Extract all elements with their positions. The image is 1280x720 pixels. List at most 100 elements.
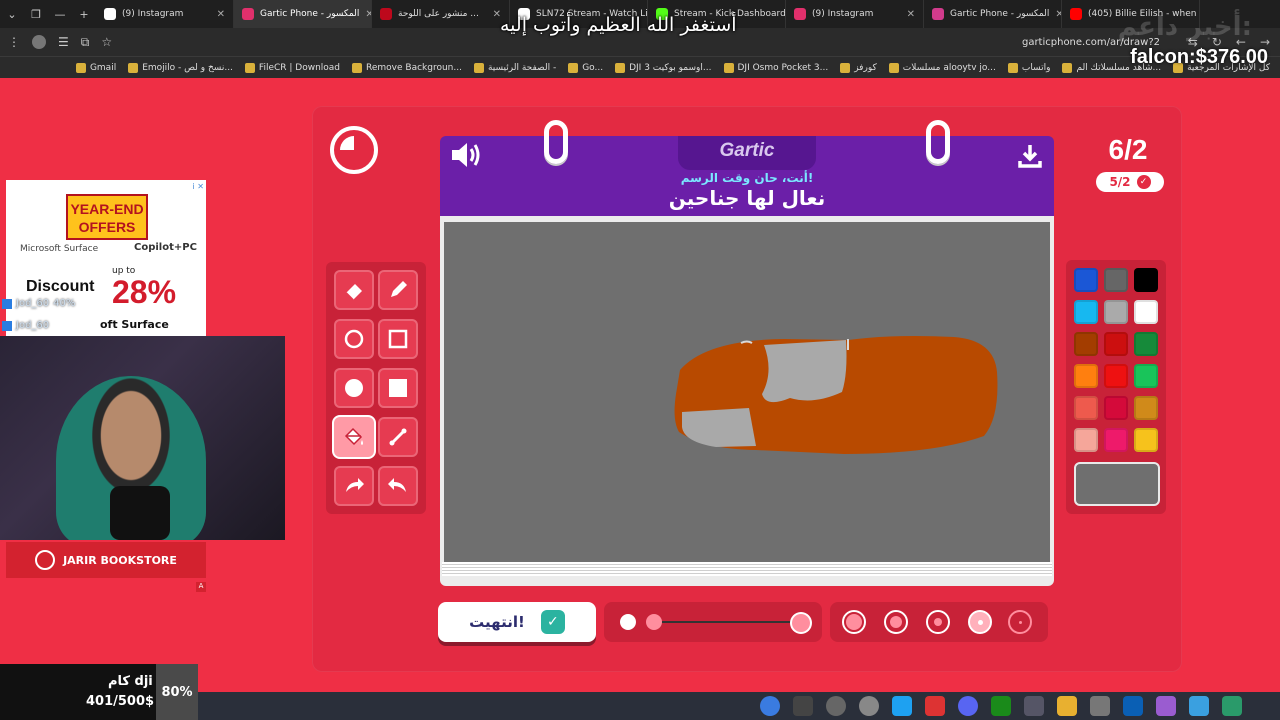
window-minimize-icon[interactable]: — — [48, 8, 72, 21]
done-button[interactable]: انتهيت! ✓ — [438, 602, 596, 642]
tab-search-icon[interactable]: ⌄ — [0, 8, 24, 21]
redo-icon[interactable] — [378, 466, 418, 506]
advertisement-banner[interactable]: YEAR-END OFFERS Microsoft Surface Copilo… — [6, 180, 206, 338]
filezilla-icon[interactable] — [892, 696, 912, 716]
outlook-icon[interactable] — [1123, 696, 1143, 716]
color-swatch[interactable] — [1134, 268, 1158, 292]
notebook-ring-right-icon — [926, 120, 950, 164]
bookmark-favicon-icon — [473, 62, 484, 73]
browser-tab[interactable]: (9) Instagram ✕ — [96, 0, 234, 28]
copilot-icon[interactable] — [1189, 696, 1209, 716]
drawing-canvas[interactable] — [444, 222, 1050, 562]
color-swatch[interactable] — [1104, 364, 1128, 388]
store-icon[interactable] — [925, 696, 945, 716]
circle-filled-icon[interactable] — [334, 368, 374, 408]
bookmark-item[interactable]: DJI Osmo Pocket 3... — [723, 62, 829, 73]
browser-tab[interactable]: Gartic Phone - المكسور ✕ — [924, 0, 1062, 28]
color-swatch[interactable] — [1104, 396, 1128, 420]
color-swatch[interactable] — [1134, 332, 1158, 356]
color-swatch[interactable] — [1134, 364, 1158, 388]
square-filled-icon[interactable] — [378, 368, 418, 408]
customize-icon[interactable]: ☰ — [58, 35, 69, 49]
tool-panel — [326, 262, 426, 514]
color-swatch[interactable] — [1134, 300, 1158, 324]
eraser-icon[interactable] — [334, 270, 374, 310]
app-icon[interactable] — [793, 696, 813, 716]
browser-tab[interactable]: (9) Instagram ✕ — [786, 0, 924, 28]
window-restore-icon[interactable]: ❐ — [24, 8, 48, 21]
color-swatch[interactable] — [1074, 332, 1098, 356]
settings-app-icon[interactable] — [1024, 696, 1044, 716]
tab-close-icon[interactable]: ✕ — [217, 9, 225, 20]
tab-close-icon[interactable]: ✕ — [365, 9, 371, 20]
menu-icon[interactable]: ⋮ — [8, 35, 20, 49]
donation-goal: كام dji 401/500$ 80% — [0, 664, 198, 720]
fill-bucket-icon[interactable] — [334, 417, 374, 457]
color-swatch[interactable] — [1074, 268, 1098, 292]
obs-icon[interactable] — [826, 696, 846, 716]
color-swatch[interactable] — [1134, 428, 1158, 452]
gear-icon[interactable] — [1090, 696, 1110, 716]
bookmark-item[interactable]: FileCR | Download — [244, 62, 340, 73]
app-icon[interactable] — [1156, 696, 1176, 716]
pencil-icon[interactable] — [378, 270, 418, 310]
color-swatch[interactable] — [1104, 268, 1128, 292]
discord-icon[interactable] — [958, 696, 978, 716]
brush-size-xs[interactable] — [1008, 610, 1032, 634]
browser-tab[interactable]: منشور على اللوحة ... ✕ — [372, 0, 510, 28]
bookmark-item[interactable]: واتساب — [1007, 62, 1050, 73]
bookmark-item[interactable]: الصفحة الرئيسية - — [473, 62, 556, 73]
color-swatch[interactable] — [1074, 300, 1098, 324]
color-swatch[interactable] — [1104, 332, 1128, 356]
color-swatch[interactable] — [1104, 300, 1128, 324]
circle-outline-icon[interactable] — [334, 319, 374, 359]
bookmark-item[interactable]: Emojilo - نسخ و لص... — [128, 62, 233, 73]
ad-info-icon[interactable]: i ✕ — [193, 182, 204, 191]
tab-favicon-icon — [932, 8, 944, 20]
opacity-slider[interactable] — [604, 602, 822, 642]
speaker-icon[interactable] — [450, 140, 482, 170]
color-swatch[interactable] — [1134, 396, 1158, 420]
explorer-icon[interactable] — [1057, 696, 1077, 716]
tab-favicon-icon — [242, 8, 254, 20]
tab-favicon-icon — [794, 8, 806, 20]
edge-icon[interactable] — [1222, 696, 1242, 716]
new-tab-icon[interactable]: + — [72, 8, 96, 21]
color-swatch[interactable] — [1104, 428, 1128, 452]
line-icon[interactable] — [378, 417, 418, 457]
brush-size-md[interactable] — [926, 610, 950, 634]
tab-close-icon[interactable]: ✕ — [1055, 9, 1061, 20]
brush-size-sm[interactable] — [968, 610, 992, 634]
color-swatch[interactable] — [1074, 396, 1098, 420]
bookmark-item[interactable]: كورفز — [840, 62, 877, 73]
bookmark-label: DJI Osmo Pocket 3... — [737, 62, 829, 73]
chrome-icon[interactable] — [760, 696, 780, 716]
bookmark-item[interactable]: DJI اوسمو بوكيت 3... — [615, 62, 712, 73]
download-icon[interactable] — [1016, 142, 1044, 170]
bookmark-item[interactable]: Go... — [568, 62, 603, 73]
jarir-banner[interactable]: JARIR BOOKSTORE — [6, 542, 206, 578]
bookmark-item[interactable]: Remove Backgroun... — [352, 62, 462, 73]
opacity-handle[interactable] — [792, 614, 810, 632]
chat-username: Jod_60 — [16, 320, 50, 331]
bookmark-label: مسلسلات alooytv jo... — [902, 62, 996, 73]
color-swatch[interactable] — [1074, 364, 1098, 388]
profile-avatar[interactable] — [32, 35, 46, 49]
brush-size-lg[interactable] — [884, 610, 908, 634]
extensions-icon[interactable]: ⧉ — [81, 35, 90, 50]
undo-icon[interactable] — [334, 466, 374, 506]
bookmark-favicon-icon — [723, 62, 734, 73]
brush-size-xl[interactable] — [842, 610, 866, 634]
tab-close-icon[interactable]: ✕ — [907, 9, 915, 20]
capture-icon[interactable] — [859, 696, 879, 716]
bookmark-item[interactable]: Gmail — [75, 62, 116, 73]
bookmark-item[interactable]: مسلسلات alooytv jo... — [888, 62, 996, 73]
square-outline-icon[interactable] — [378, 319, 418, 359]
color-swatch[interactable] — [1074, 428, 1098, 452]
browser-tab[interactable]: Gartic Phone - المكسور ✕ — [234, 0, 372, 28]
xbox-icon[interactable] — [991, 696, 1011, 716]
tab-title: منشور على اللوحة ... — [398, 9, 479, 19]
bookmark-star-icon[interactable]: ☆ — [101, 35, 112, 49]
chat-badge-icon — [2, 298, 12, 309]
chat-message: Jod_60 — [2, 320, 49, 331]
